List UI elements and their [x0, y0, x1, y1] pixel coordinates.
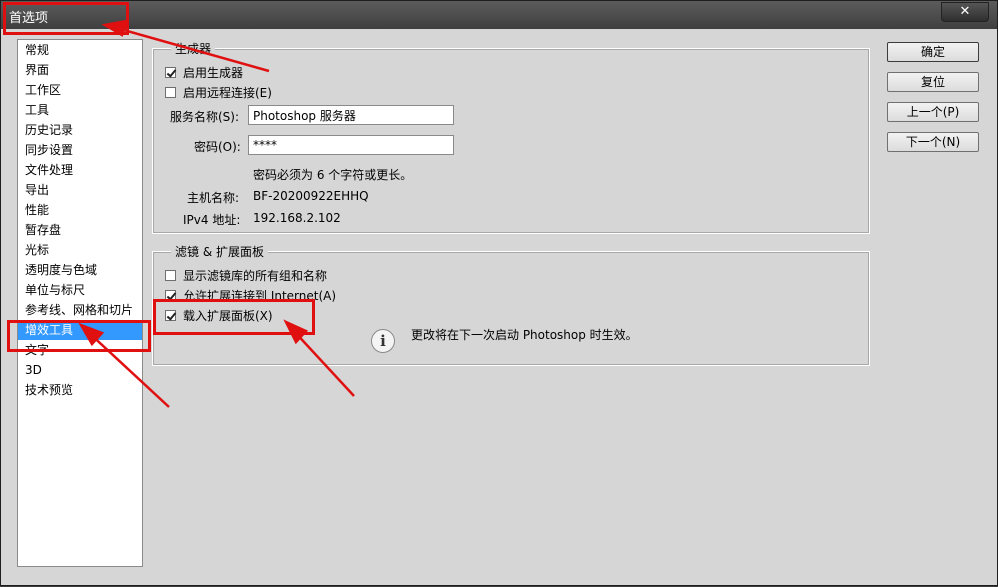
nav-item[interactable]: 技术预览	[18, 380, 142, 400]
ipv4-value: 192.168.2.102	[253, 211, 341, 225]
restart-notice: 更改将在下一次启动 Photoshop 时生效。	[411, 328, 638, 342]
checkbox-box[interactable]	[165, 290, 176, 301]
checkbox-box[interactable]	[165, 87, 176, 98]
dialog-body: 常规 界面 工作区 工具 历史记录 同步设置 文件处理 导出 性能 暂存盘 光标 透明度与色域 单位与标…	[5, 29, 993, 583]
nav-item[interactable]: 参考线、网格和切片	[18, 300, 142, 320]
close-icon: ✕	[959, 4, 971, 19]
service-name-input[interactable]	[248, 105, 454, 125]
filters-extensions-group: 滤镜 & 扩展面板 显示滤镜库的所有组和名称 允许扩展连接到 Internet(…	[152, 243, 870, 366]
ipv4-label: IPv4 地址:	[183, 213, 241, 227]
nav-item[interactable]: 3D	[18, 360, 142, 380]
enable-remote-checkbox[interactable]: 启用远程连接(E)	[165, 84, 272, 101]
show-all-filters-label: 显示滤镜库的所有组和名称	[183, 269, 328, 283]
category-list[interactable]: 常规 界面 工作区 工具 历史记录 同步设置 文件处理 导出 性能 暂存盘 光标 透明度与色域 单位与标…	[17, 39, 143, 567]
allow-internet-label: 允许扩展连接到 Internet(A)	[183, 289, 337, 303]
info-icon: i	[371, 329, 395, 353]
nav-item[interactable]: 工作区	[18, 80, 142, 100]
nav-item[interactable]: 常规	[18, 40, 142, 60]
service-name-label: 服务名称(S):	[170, 110, 240, 124]
reset-button[interactable]: 复位	[887, 72, 979, 92]
allow-internet-checkbox[interactable]: 允许扩展连接到 Internet(A)	[165, 287, 336, 304]
nav-item[interactable]: 同步设置	[18, 140, 142, 160]
enable-generator-label: 启用生成器	[183, 66, 244, 80]
ok-button[interactable]: 确定	[887, 42, 979, 62]
nav-item[interactable]: 导出	[18, 180, 142, 200]
nav-item[interactable]: 单位与标尺	[18, 280, 142, 300]
nav-item[interactable]: 性能	[18, 200, 142, 220]
previous-button[interactable]: 上一个(P)	[887, 102, 979, 122]
checkbox-box[interactable]	[165, 67, 176, 78]
generator-group: 生成器 启用生成器 启用远程连接(E) 服务名称(S): 密码(O): 密码必须…	[152, 40, 870, 234]
host-label: 主机名称:	[187, 191, 240, 205]
filters-title: 滤镜 & 扩展面板	[171, 243, 268, 260]
nav-item[interactable]: 透明度与色域	[18, 260, 142, 280]
show-all-filters-checkbox[interactable]: 显示滤镜库的所有组和名称	[165, 267, 327, 284]
host-value: BF-20200922EHHQ	[253, 189, 369, 203]
nav-item[interactable]: 文字	[18, 340, 142, 360]
nav-item[interactable]: 工具	[18, 100, 142, 120]
next-button[interactable]: 下一个(N)	[887, 132, 979, 152]
generator-title: 生成器	[171, 40, 216, 57]
preferences-dialog: 首选项 ✕ 常规 界面 工作区 工具 历史记录 同步设置 文件处理 导出 性能 暂存盘 光标 透明度与…	[0, 0, 998, 586]
nav-item[interactable]: 光标	[18, 240, 142, 260]
checkbox-box[interactable]	[165, 270, 176, 281]
load-extension-panels-label: 载入扩展面板(X)	[183, 309, 273, 323]
close-button[interactable]: ✕	[941, 2, 989, 22]
nav-item[interactable]: 增效工具	[18, 320, 142, 340]
enable-generator-checkbox[interactable]: 启用生成器	[165, 64, 243, 81]
password-label: 密码(O):	[194, 140, 241, 154]
password-hint: 密码必须为 6 个字符或更长。	[253, 168, 413, 182]
nav-item[interactable]: 界面	[18, 60, 142, 80]
checkbox-box[interactable]	[165, 310, 176, 321]
enable-remote-label: 启用远程连接(E)	[183, 86, 272, 100]
window-title: 首选项	[9, 11, 49, 26]
nav-item[interactable]: 文件处理	[18, 160, 142, 180]
load-extension-panels-checkbox[interactable]: 载入扩展面板(X)	[165, 307, 273, 324]
title-bar[interactable]: 首选项 ✕	[1, 1, 997, 29]
nav-item[interactable]: 历史记录	[18, 120, 142, 140]
nav-item[interactable]: 暂存盘	[18, 220, 142, 240]
password-input[interactable]	[248, 135, 454, 155]
